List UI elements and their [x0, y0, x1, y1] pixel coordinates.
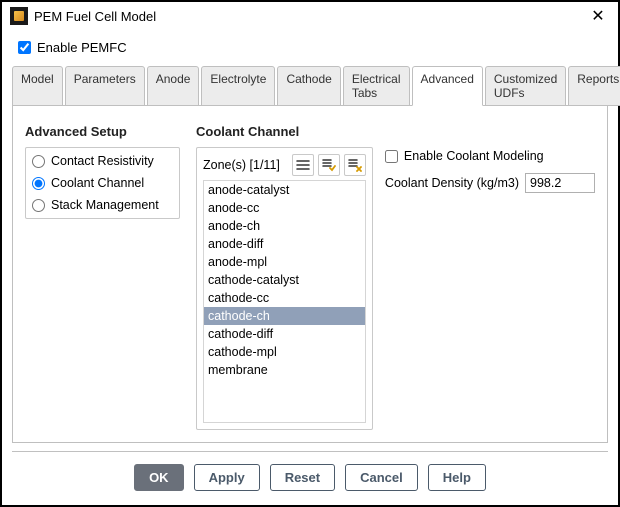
advanced-tab-panel: Advanced Setup Contact Resistivity Coolan…: [12, 106, 608, 443]
advanced-sidebar: Advanced Setup Contact Resistivity Coolan…: [25, 124, 180, 430]
advanced-main: Coolant Channel Zone(s) [1/11]: [196, 124, 595, 430]
tab-electrolyte[interactable]: Electrolyte: [201, 66, 275, 106]
apply-button[interactable]: Apply: [194, 464, 260, 491]
tab-electrical-tabs[interactable]: Electrical Tabs: [343, 66, 410, 106]
coolant-channel-title: Coolant Channel: [196, 124, 595, 139]
advanced-option-coolant-channel[interactable]: Coolant Channel: [32, 176, 173, 190]
coolant-settings: Enable Coolant Modeling Coolant Density …: [385, 147, 595, 430]
tab-parameters[interactable]: Parameters: [65, 66, 145, 106]
advanced-setup-radio-group: Contact Resistivity Coolant Channel Stack …: [25, 147, 180, 219]
footer-buttons: OK Apply Reset Cancel Help: [2, 452, 618, 505]
titlebar: PEM Fuel Cell Model ✕: [2, 2, 618, 30]
pemfc-dialog: PEM Fuel Cell Model ✕ Enable PEMFC Model…: [0, 0, 620, 507]
window-title: PEM Fuel Cell Model: [34, 9, 156, 24]
advanced-option-contact-resistivity[interactable]: Contact Resistivity: [32, 154, 173, 168]
zone-item[interactable]: anode-mpl: [204, 253, 365, 271]
tab-strip: ModelParametersAnodeElectrolyteCathodeEl…: [12, 65, 608, 106]
tab-model[interactable]: Model: [12, 66, 63, 106]
tab-cathode[interactable]: Cathode: [277, 66, 340, 106]
zone-item[interactable]: anode-cc: [204, 199, 365, 217]
cancel-button[interactable]: Cancel: [345, 464, 418, 491]
select-all-icon[interactable]: [318, 154, 340, 176]
zone-item[interactable]: anode-catalyst: [204, 181, 365, 199]
tab-customized-udfs[interactable]: Customized UDFs: [485, 66, 566, 106]
help-button[interactable]: Help: [428, 464, 486, 491]
zone-item[interactable]: membrane: [204, 361, 365, 379]
ok-button[interactable]: OK: [134, 464, 184, 491]
advanced-setup-title: Advanced Setup: [25, 124, 180, 139]
zone-item[interactable]: cathode-mpl: [204, 343, 365, 361]
reset-button[interactable]: Reset: [270, 464, 335, 491]
coolant-density-input[interactable]: [525, 173, 595, 193]
close-icon[interactable]: ✕: [586, 6, 610, 26]
zone-item[interactable]: cathode-diff: [204, 325, 365, 343]
zone-item[interactable]: cathode-cc: [204, 289, 365, 307]
enable-pemfc-checkbox[interactable]: Enable PEMFC: [12, 34, 608, 65]
tab-advanced[interactable]: Advanced: [412, 66, 483, 106]
zone-item[interactable]: anode-diff: [204, 235, 365, 253]
enable-coolant-checkbox[interactable]: Enable Coolant Modeling: [385, 149, 595, 163]
advanced-option-stack-management[interactable]: Stack Management: [32, 198, 173, 212]
deselect-all-icon[interactable]: [344, 154, 366, 176]
filter-icon[interactable]: [292, 154, 314, 176]
enable-coolant-label: Enable Coolant Modeling: [404, 149, 544, 163]
coolant-density-label: Coolant Density (kg/m3): [385, 176, 519, 190]
zone-item[interactable]: anode-ch: [204, 217, 365, 235]
tab-reports[interactable]: Reports: [568, 66, 620, 106]
zones-panel: Zone(s) [1/11]: [196, 147, 373, 430]
zone-list[interactable]: anode-catalystanode-ccanode-chanode-diff…: [203, 180, 366, 423]
zone-item[interactable]: cathode-ch: [204, 307, 365, 325]
tab-anode[interactable]: Anode: [147, 66, 200, 106]
zone-item[interactable]: cathode-catalyst: [204, 271, 365, 289]
enable-pemfc-label: Enable PEMFC: [37, 40, 127, 55]
app-icon: [10, 7, 28, 25]
zones-count-label: Zone(s) [1/11]: [203, 158, 288, 172]
